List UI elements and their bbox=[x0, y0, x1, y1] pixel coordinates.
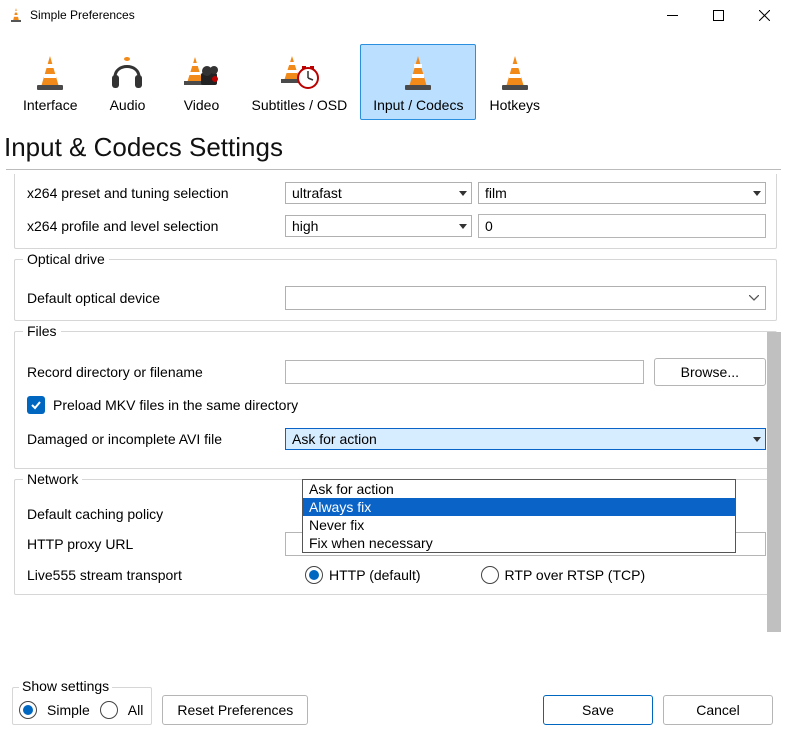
dropdown-option[interactable]: Ask for action bbox=[303, 480, 735, 498]
checkbox-checked-icon bbox=[27, 396, 45, 414]
close-button[interactable] bbox=[741, 0, 787, 30]
live555-http-label: HTTP (default) bbox=[329, 567, 421, 583]
tab-hotkeys[interactable]: Hotkeys bbox=[476, 44, 553, 120]
dropdown-option[interactable]: Fix when necessary bbox=[303, 534, 735, 552]
cancel-button[interactable]: Cancel bbox=[663, 695, 773, 725]
chevron-down-icon bbox=[459, 224, 467, 229]
tab-label: Input / Codecs bbox=[373, 97, 463, 113]
combo-value: ultrafast bbox=[292, 185, 342, 201]
combo-value: high bbox=[292, 218, 318, 234]
footer: Show settings Simple All Reset Preferenc… bbox=[0, 687, 787, 733]
live555-rtp-radio[interactable] bbox=[481, 566, 499, 584]
x264-profile-label: x264 profile and level selection bbox=[25, 218, 285, 234]
show-settings-title: Show settings bbox=[19, 678, 112, 694]
live555-http-radio[interactable] bbox=[305, 566, 323, 584]
tab-input-codecs[interactable]: Input / Codecs bbox=[360, 44, 476, 120]
record-dir-label: Record directory or filename bbox=[25, 364, 285, 380]
default-optical-label: Default optical device bbox=[25, 290, 285, 306]
show-settings-all-label: All bbox=[128, 702, 144, 718]
group-title: Files bbox=[23, 323, 61, 339]
x264-preset-label: x264 preset and tuning selection bbox=[25, 185, 285, 201]
damaged-avi-dropdown[interactable]: Ask for action Always fix Never fix Fix … bbox=[302, 479, 736, 553]
window-title: Simple Preferences bbox=[30, 8, 135, 22]
chevron-down-icon bbox=[753, 191, 761, 196]
combo-value: film bbox=[485, 185, 507, 201]
tab-label: Video bbox=[184, 97, 220, 113]
show-settings-all-radio[interactable] bbox=[100, 701, 118, 719]
x264-preset-combo[interactable]: ultrafast bbox=[285, 182, 472, 204]
reset-preferences-button[interactable]: Reset Preferences bbox=[162, 695, 308, 725]
chevron-down-icon bbox=[749, 295, 759, 301]
browse-button[interactable]: Browse... bbox=[654, 358, 766, 386]
cone-icon bbox=[26, 49, 74, 93]
cone-icon bbox=[394, 49, 442, 93]
tab-label: Subtitles / OSD bbox=[251, 97, 347, 113]
clock-cone-icon bbox=[275, 49, 323, 93]
x264-level-input[interactable] bbox=[478, 214, 766, 238]
chevron-down-icon bbox=[753, 437, 761, 442]
preference-tabs: Interface Audio Video Subtitles / OSD In… bbox=[0, 30, 787, 126]
tab-subtitles[interactable]: Subtitles / OSD bbox=[238, 44, 360, 120]
tab-label: Audio bbox=[110, 97, 146, 113]
divider bbox=[6, 169, 781, 170]
cache-policy-label: Default caching policy bbox=[25, 506, 285, 522]
http-proxy-label: HTTP proxy URL bbox=[25, 536, 285, 552]
tab-label: Interface bbox=[23, 97, 77, 113]
record-dir-input[interactable] bbox=[285, 360, 644, 384]
show-settings-group: Show settings Simple All bbox=[12, 687, 152, 725]
show-settings-simple-radio[interactable] bbox=[19, 701, 37, 719]
maximize-button[interactable] bbox=[695, 0, 741, 30]
default-optical-combo[interactable] bbox=[285, 286, 766, 310]
live555-label: Live555 stream transport bbox=[25, 567, 285, 583]
x264-tuning-combo[interactable]: film bbox=[478, 182, 766, 204]
group-optical-drive: Optical drive Default optical device bbox=[14, 259, 777, 321]
cone-icon bbox=[491, 49, 539, 93]
live555-rtp-label: RTP over RTSP (TCP) bbox=[505, 567, 646, 583]
vlc-app-icon bbox=[8, 7, 24, 23]
tab-audio[interactable]: Audio bbox=[90, 44, 164, 120]
tab-video[interactable]: Video bbox=[164, 44, 238, 120]
film-cone-icon bbox=[177, 49, 225, 93]
dropdown-option[interactable]: Always fix bbox=[303, 498, 735, 516]
minimize-button[interactable] bbox=[649, 0, 695, 30]
x264-profile-combo[interactable]: high bbox=[285, 215, 472, 237]
dropdown-option[interactable]: Never fix bbox=[303, 516, 735, 534]
tab-label: Hotkeys bbox=[489, 97, 540, 113]
preload-mkv-checkbox[interactable]: Preload MKV files in the same directory bbox=[27, 396, 766, 414]
tab-interface[interactable]: Interface bbox=[10, 44, 90, 120]
group-title: Network bbox=[23, 471, 82, 487]
show-settings-simple-label: Simple bbox=[47, 702, 90, 718]
save-button[interactable]: Save bbox=[543, 695, 653, 725]
scrollbar-thumb[interactable] bbox=[767, 332, 781, 632]
damaged-avi-label: Damaged or incomplete AVI file bbox=[25, 431, 285, 447]
group-codec: x264 preset and tuning selection ultrafa… bbox=[14, 174, 777, 249]
settings-scroll-area: x264 preset and tuning selection ultrafa… bbox=[14, 174, 777, 644]
titlebar: Simple Preferences bbox=[0, 0, 787, 30]
group-title: Optical drive bbox=[23, 251, 109, 267]
group-files: Files Record directory or filename Brows… bbox=[14, 331, 777, 469]
headphones-icon bbox=[103, 49, 151, 93]
preload-mkv-label: Preload MKV files in the same directory bbox=[53, 397, 298, 413]
damaged-avi-combo[interactable]: Ask for action bbox=[285, 428, 766, 450]
combo-value: Ask for action bbox=[292, 431, 377, 447]
page-title: Input & Codecs Settings bbox=[0, 126, 787, 169]
chevron-down-icon bbox=[459, 191, 467, 196]
